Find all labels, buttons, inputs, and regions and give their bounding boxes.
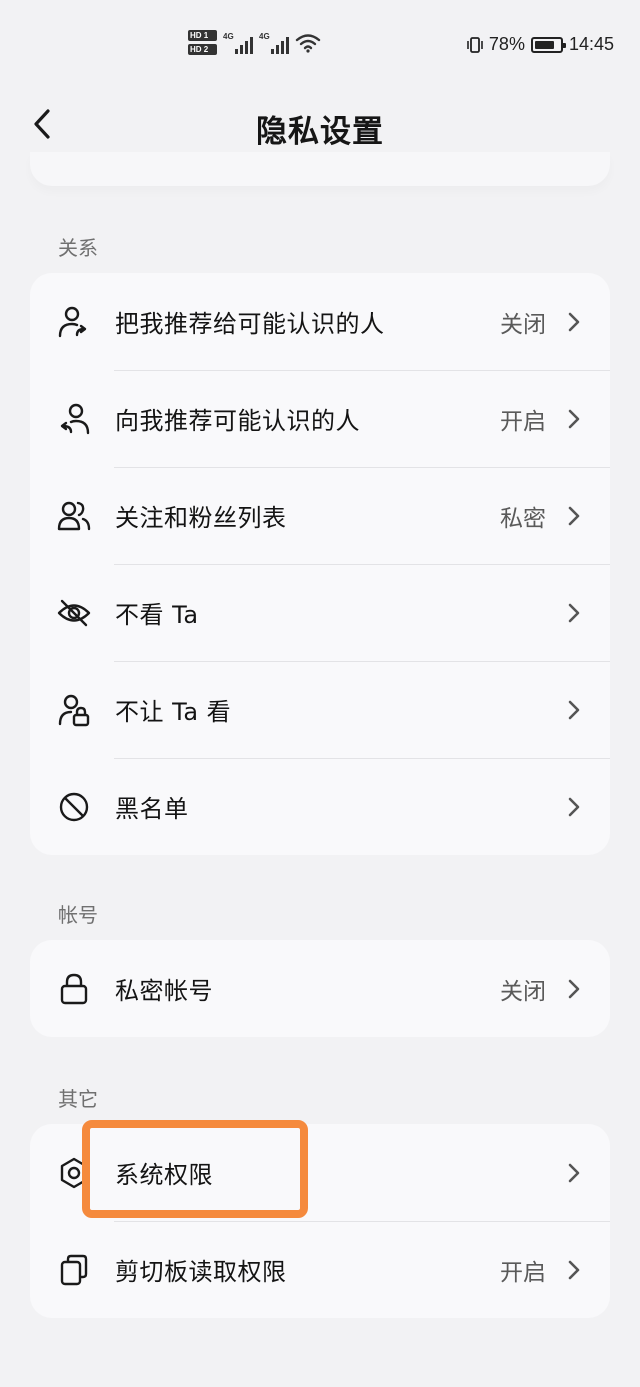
battery-percent: 78%	[488, 34, 525, 54]
network-indicators: HD 1 HD 2 4G 4G	[188, 30, 321, 55]
chevron-right-icon	[568, 700, 580, 720]
row-blacklist[interactable]: 黑名单	[30, 758, 610, 855]
chevron-right-icon	[568, 1163, 580, 1183]
row-private-account[interactable]: 私密帐号 关闭	[30, 940, 610, 1037]
network-type-2: 4G	[259, 31, 270, 41]
wifi-icon	[295, 33, 321, 53]
row-value: 关闭	[500, 978, 546, 1005]
row-label: 黑名单	[115, 795, 189, 823]
section-label-account: 帐号	[58, 903, 98, 927]
row-label: 不让 Ta 看	[115, 698, 232, 726]
row-dont-see[interactable]: 不看 Ta	[30, 564, 610, 661]
block-icon	[56, 789, 92, 825]
row-label: 剪切板读取权限	[115, 1258, 287, 1286]
chevron-right-icon	[568, 506, 580, 526]
row-label: 不看 Ta	[115, 601, 199, 629]
section-label-relations: 关系	[58, 236, 98, 260]
status-right: 78% 14:45	[467, 34, 614, 55]
row-label: 关注和粉丝列表	[115, 504, 287, 532]
row-recommend-me[interactable]: 把我推荐给可能认识的人 关闭	[30, 273, 610, 370]
row-hide-from[interactable]: 不让 Ta 看	[30, 661, 610, 758]
lock-icon	[56, 971, 92, 1007]
chevron-right-icon	[568, 603, 580, 623]
account-card: 私密帐号 关闭	[30, 940, 610, 1037]
row-system-permissions[interactable]: 系统权限	[30, 1124, 610, 1221]
row-value: 开启	[500, 408, 546, 435]
chevron-right-icon	[568, 979, 580, 999]
user-lock-icon	[56, 692, 92, 728]
other-card: 系统权限 剪切板读取权限 开启	[30, 1124, 610, 1318]
row-value: 关闭	[500, 311, 546, 338]
relations-card: 把我推荐给可能认识的人 关闭 向我推荐可能认识的人 开启 关注和粉丝列表 私密	[30, 273, 610, 855]
page-title: 隐私设置	[256, 114, 384, 150]
chevron-right-icon	[568, 1260, 580, 1280]
signal-icon-1: 4G	[223, 32, 253, 54]
hexagon-settings-icon	[56, 1155, 92, 1191]
status-bar: HD 1 HD 2 4G 4G 78% 14:45	[0, 0, 640, 92]
hd2-badge: HD 2	[188, 44, 217, 55]
hd-badges: HD 1 HD 2	[188, 30, 217, 55]
vibrate-icon	[467, 36, 483, 53]
row-value: 私密	[500, 505, 546, 532]
row-clipboard-permission[interactable]: 剪切板读取权限 开启	[30, 1221, 610, 1318]
network-type-1: 4G	[223, 31, 234, 41]
chevron-right-icon	[568, 409, 580, 429]
battery-icon	[530, 36, 566, 53]
user-share-icon	[56, 304, 92, 340]
chevron-right-icon	[568, 797, 580, 817]
eye-off-icon	[56, 595, 92, 631]
row-label: 向我推荐可能认识的人	[115, 407, 360, 435]
row-follow-list[interactable]: 关注和粉丝列表 私密	[30, 467, 610, 564]
previous-card-edge	[30, 152, 610, 186]
nav-bar: 隐私设置	[0, 92, 640, 158]
user-recommend-icon	[56, 401, 92, 437]
row-label: 私密帐号	[115, 977, 213, 1005]
signal-icon-2: 4G	[259, 32, 289, 54]
clock: 14:45	[568, 34, 614, 54]
row-label: 把我推荐给可能认识的人	[115, 310, 385, 338]
users-icon	[56, 498, 92, 534]
hd1-badge: HD 1	[188, 30, 217, 41]
chevron-right-icon	[568, 312, 580, 332]
row-value: 开启	[500, 1259, 546, 1286]
clipboard-icon	[56, 1252, 92, 1288]
row-label: 系统权限	[115, 1161, 213, 1189]
row-recommend-to-me[interactable]: 向我推荐可能认识的人 开启	[30, 370, 610, 467]
section-label-other: 其它	[58, 1087, 98, 1111]
